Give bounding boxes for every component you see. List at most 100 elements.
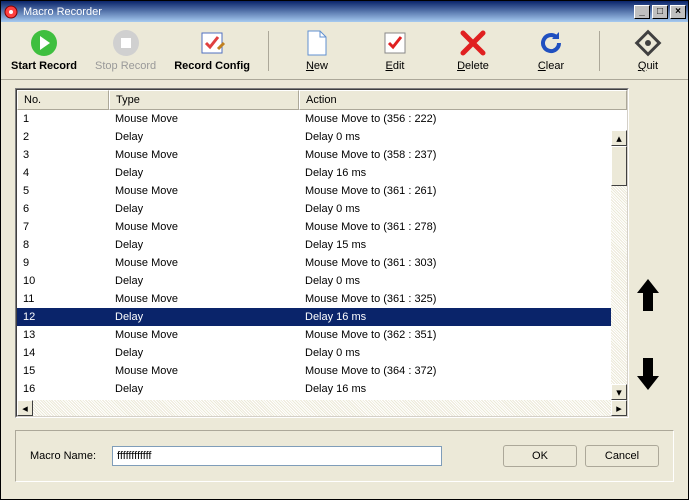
- table-row[interactable]: 4DelayDelay 16 ms: [17, 164, 627, 182]
- table-row[interactable]: 12DelayDelay 16 ms: [17, 308, 627, 326]
- minimize-button[interactable]: _: [634, 5, 650, 19]
- table-row[interactable]: 11Mouse MoveMouse Move to (361 : 325): [17, 290, 627, 308]
- table-row[interactable]: 1Mouse MoveMouse Move to (356 : 222): [17, 110, 627, 128]
- grid-header: No. Type Action: [17, 90, 627, 110]
- cell-type: Mouse Move: [109, 184, 299, 198]
- cell-type: Delay: [109, 310, 299, 324]
- table-row[interactable]: 3Mouse MoveMouse Move to (358 : 237): [17, 146, 627, 164]
- new-label: New: [306, 60, 328, 72]
- maximize-button[interactable]: □: [652, 5, 668, 19]
- start-record-label: Start Record: [11, 60, 77, 72]
- scroll-down-icon[interactable]: ▾: [611, 384, 627, 400]
- toolbar: Start Record Stop Record Record Config N…: [1, 22, 688, 80]
- table-row[interactable]: 16DelayDelay 16 ms: [17, 380, 627, 398]
- col-action[interactable]: Action: [299, 90, 627, 110]
- table-row[interactable]: 5Mouse MoveMouse Move to (361 : 261): [17, 182, 627, 200]
- cell-type: Delay: [109, 202, 299, 216]
- cell-type: Delay: [109, 238, 299, 252]
- scroll-track[interactable]: [611, 186, 627, 384]
- cell-type: Mouse Move: [109, 364, 299, 378]
- quit-button[interactable]: Quit: [618, 29, 678, 72]
- table-row[interactable]: 13Mouse MoveMouse Move to (362 : 351): [17, 326, 627, 344]
- cell-action: Mouse Move to (358 : 237): [299, 148, 627, 162]
- content-area: No. Type Action 1Mouse MoveMouse Move to…: [1, 80, 688, 426]
- stop-record-label: Stop Record: [95, 60, 156, 72]
- vertical-scrollbar[interactable]: ▴ ▾: [611, 130, 627, 400]
- delete-button[interactable]: Delete: [443, 29, 503, 72]
- cell-type: Mouse Move: [109, 292, 299, 306]
- cell-action: Delay 0 ms: [299, 130, 627, 144]
- start-record-button[interactable]: Start Record: [11, 29, 77, 72]
- cell-action: Delay 16 ms: [299, 310, 627, 324]
- col-type[interactable]: Type: [109, 90, 299, 110]
- record-config-label: Record Config: [174, 60, 250, 72]
- cell-no: 5: [17, 184, 109, 198]
- edit-label: Edit: [385, 60, 404, 72]
- col-no[interactable]: No.: [17, 90, 109, 110]
- table-row[interactable]: 15Mouse MoveMouse Move to (364 : 372): [17, 362, 627, 380]
- scroll-up-icon[interactable]: ▴: [611, 130, 627, 146]
- record-config-button[interactable]: Record Config: [174, 29, 250, 72]
- stop-icon: [112, 29, 140, 57]
- cell-type: Mouse Move: [109, 256, 299, 270]
- cell-no: 13: [17, 328, 109, 342]
- delete-icon: [459, 29, 487, 57]
- macro-name-label: Macro Name:: [30, 450, 104, 462]
- cell-action: Mouse Move to (361 : 261): [299, 184, 627, 198]
- cell-no: 9: [17, 256, 109, 270]
- cell-no: 4: [17, 166, 109, 180]
- delete-label: Delete: [457, 60, 489, 72]
- refresh-icon: [537, 29, 565, 57]
- clear-button[interactable]: Clear: [521, 29, 581, 72]
- cell-action: Delay 16 ms: [299, 382, 627, 396]
- table-row[interactable]: 6DelayDelay 0 ms: [17, 200, 627, 218]
- cell-action: Delay 16 ms: [299, 166, 627, 180]
- clear-label: Clear: [538, 60, 564, 72]
- move-up-button[interactable]: [637, 279, 659, 318]
- cell-no: 11: [17, 292, 109, 306]
- table-row[interactable]: 10DelayDelay 0 ms: [17, 272, 627, 290]
- cell-no: 7: [17, 220, 109, 234]
- scroll-right-icon[interactable]: ▸: [611, 400, 627, 416]
- play-icon: [30, 29, 58, 57]
- window-title: Macro Recorder: [23, 6, 632, 18]
- scroll-track[interactable]: [33, 400, 611, 416]
- table-row[interactable]: 14DelayDelay 0 ms: [17, 344, 627, 362]
- table-row[interactable]: 2DelayDelay 0 ms: [17, 128, 627, 146]
- toolbar-separator: [268, 31, 269, 71]
- edit-button[interactable]: Edit: [365, 29, 425, 72]
- cell-action: Delay 0 ms: [299, 274, 627, 288]
- table-row[interactable]: 8DelayDelay 15 ms: [17, 236, 627, 254]
- table-row[interactable]: 17Mouse MoveMouse Move to (368 : 396): [17, 398, 627, 400]
- cell-type: Mouse Move: [109, 112, 299, 126]
- cell-action: Mouse Move to (362 : 351): [299, 328, 627, 342]
- cell-type: Mouse Move: [109, 220, 299, 234]
- new-button[interactable]: New: [287, 29, 347, 72]
- scroll-thumb[interactable]: [611, 146, 627, 186]
- cell-action: Mouse Move to (361 : 278): [299, 220, 627, 234]
- table-row[interactable]: 9Mouse MoveMouse Move to (361 : 303): [17, 254, 627, 272]
- cell-no: 6: [17, 202, 109, 216]
- horizontal-scrollbar[interactable]: ◂ ▸: [17, 400, 627, 416]
- cell-no: 1: [17, 112, 109, 126]
- cell-type: Mouse Move: [109, 328, 299, 342]
- move-down-button[interactable]: [637, 358, 659, 397]
- cell-no: 3: [17, 148, 109, 162]
- table-row[interactable]: 7Mouse MoveMouse Move to (361 : 278): [17, 218, 627, 236]
- new-doc-icon: [303, 29, 331, 57]
- cell-no: 2: [17, 130, 109, 144]
- titlebar[interactable]: Macro Recorder _ □ ×: [1, 1, 688, 22]
- grid-body[interactable]: 1Mouse MoveMouse Move to (356 : 222)2Del…: [17, 110, 627, 400]
- cancel-button[interactable]: Cancel: [585, 445, 659, 467]
- cell-no: 8: [17, 238, 109, 252]
- cell-action: Mouse Move to (361 : 325): [299, 292, 627, 306]
- close-button[interactable]: ×: [670, 5, 686, 19]
- scroll-left-icon[interactable]: ◂: [17, 400, 33, 416]
- toolbar-separator: [599, 31, 600, 71]
- cell-action: Mouse Move to (364 : 372): [299, 364, 627, 378]
- stop-record-button: Stop Record: [95, 29, 156, 72]
- ok-button[interactable]: OK: [503, 445, 577, 467]
- cell-no: 12: [17, 310, 109, 324]
- macro-name-input[interactable]: [112, 446, 442, 466]
- cell-no: 16: [17, 382, 109, 396]
